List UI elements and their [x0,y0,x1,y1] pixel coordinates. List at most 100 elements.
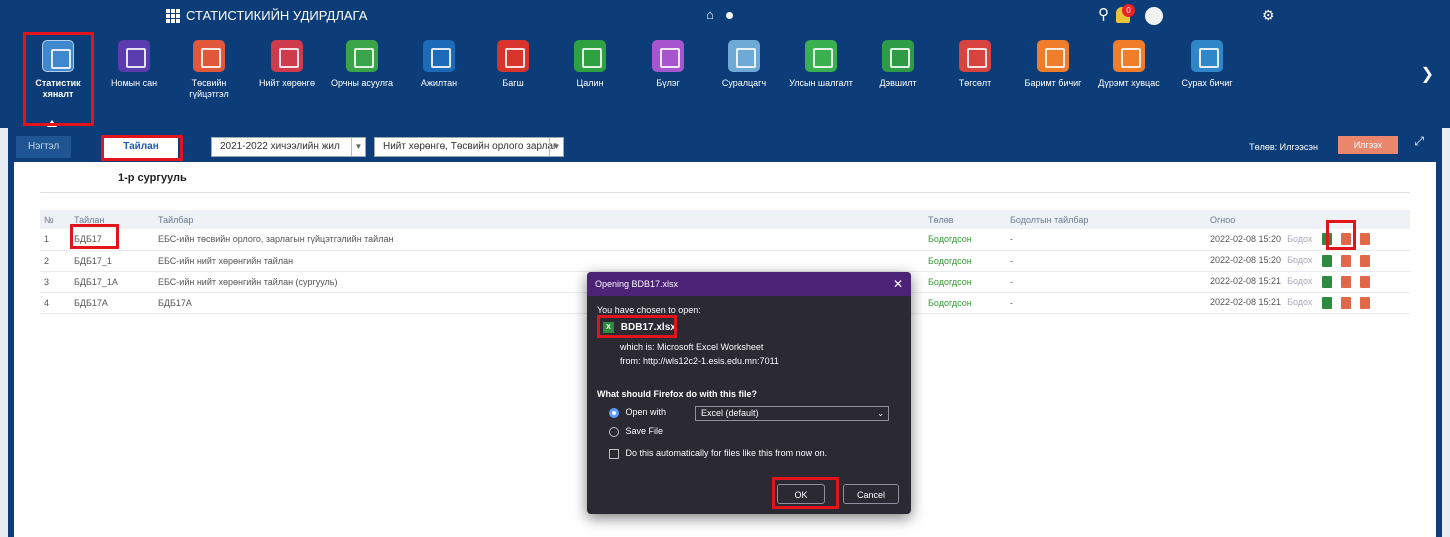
app-title-text: СТАТИСТИКИЙН УДИРДЛАГА [186,8,368,23]
table-header-row: № Тайлан Тайлбар Төлөв Бодолтын тайлбар … [40,210,1410,229]
save-file-radio[interactable]: Save File [609,426,663,437]
highlight-box [772,477,839,509]
radio-unselected-icon [609,426,619,437]
pdf-download-icon[interactable] [1360,275,1371,288]
pdf-download-icon[interactable] [1341,275,1352,288]
cell-desc: ЕБС-ийн төсвийн орлого, зарлагын гүйцэтг… [154,229,924,251]
module-label: Багш [502,78,524,88]
next-modules-arrow-icon[interactable]: ❯ [1421,64,1434,84]
file-type: which is: Microsoft Excel Worksheet [620,342,764,352]
radio-selected-icon [609,407,619,418]
excel-download-icon[interactable] [1322,275,1333,288]
module-item[interactable]: Номын сан [98,34,170,89]
open-with-app-select[interactable]: Excel (default) ⌄ [695,406,889,421]
settings-icon[interactable]: ⚙ [1262,7,1275,24]
top-bar: СТАТИСТИКИЙН УДИРДЛАГА ⌂ ⚲ 0 ⚙ [0,0,1450,32]
highlight-box [101,135,183,161]
user-avatar[interactable] [1145,7,1163,25]
module-item[interactable]: Төсвийн гүйцэтгэл [173,34,245,100]
send-button[interactable]: Илгээх [1338,136,1398,154]
module-label: Бүлэг [656,78,680,88]
report-select[interactable]: Нийт хөрөнгө, Төсвийн орлого зарлаг ▼ [374,137,564,157]
row-date: 2022-02-08 15:21 [1210,275,1282,286]
pdf-download-icon[interactable] [1360,296,1371,309]
module-item[interactable]: Бүлэг [632,34,704,89]
excel-download-icon[interactable] [1322,296,1333,309]
close-icon[interactable]: ✕ [893,272,903,296]
auto-checkbox[interactable]: Do this automatically for files like thi… [609,448,827,459]
cell-num: 4 [40,292,70,314]
module-icon [423,40,455,72]
search-icon[interactable]: ⚲ [1098,5,1109,23]
module-label: Төсвийн гүйцэтгэл [189,78,229,99]
module-item[interactable]: Сурах бичиг [1171,34,1243,89]
cell-note: - [1006,271,1206,293]
module-label: Нийт хөрөнгө [259,78,315,88]
module-bar: Статистик хяналт Номын сан Төсвийн гүйцэтг… [0,32,1450,128]
module-item[interactable]: Багш [477,34,549,89]
col-date: Огноо [1206,210,1410,229]
cell-status: Бодогдсон [924,229,1006,251]
home-icon[interactable]: ⌂ [706,7,714,22]
chosen-text: You have chosen to open: [597,305,701,315]
cell-report: БДБ17_1 [70,250,154,272]
apps-grid-icon[interactable] [166,8,180,23]
module-label: Суралцагч [721,78,767,88]
cancel-button[interactable]: Cancel [843,484,899,504]
year-select-value: 2021-2022 хичээлийн жил [220,141,340,152]
row-date: 2022-02-08 15:20 [1210,233,1282,244]
auto-label: Do this automatically for files like thi… [625,448,828,458]
row-date: 2022-02-08 15:21 [1210,296,1282,307]
compute-link[interactable]: Бодох [1287,255,1312,265]
chevron-down-icon: ▼ [351,138,365,156]
dialog-title-bar: Opening BDB17.xlsx ✕ [587,272,911,296]
module-item[interactable]: Суралцагч [708,34,780,89]
expand-icon[interactable]: ⤢ [1414,134,1424,149]
table-row[interactable]: 1 БДБ17 ЕБС-ийн төсвийн орлого, зарлагын г… [40,229,1410,251]
compute-link[interactable]: Бодох [1287,297,1312,307]
school-name: 1-р сургууль [118,172,187,184]
module-label: Дэвшилт [879,78,917,88]
open-with-radio[interactable]: Open with [609,407,666,418]
module-item[interactable]: Орчны асуулга [326,34,398,89]
highlight-box [70,224,119,249]
dialog-title: Opening BDB17.xlsx [595,279,679,289]
cell-note: - [1006,292,1206,314]
tab-negtel[interactable]: Нэгтэл [16,136,72,158]
module-icon [118,40,150,72]
module-label: Улсын шалгалт [789,78,853,88]
module-label: Баримт бичиг [1024,78,1082,88]
col-note: Бодолтын тайлбар [1006,210,1206,229]
compute-link[interactable]: Бодох [1287,276,1312,286]
module-label: Ажилтан [420,78,458,88]
pdf-download-icon[interactable] [1360,233,1371,246]
module-item[interactable]: Ажилтан [403,34,475,89]
module-item[interactable]: Дэвшилт [862,34,934,89]
module-label: Дүрэмт хувцас [1098,78,1160,88]
module-icon [959,40,991,72]
cell-report: БДБ17А [70,292,154,314]
pdf-download-icon[interactable] [1341,254,1352,267]
module-item[interactable]: Цалин [554,34,626,89]
module-icon [346,40,378,72]
report-select-value: Нийт хөрөнгө, Төсвийн орлого зарлаг [383,141,557,152]
pdf-download-icon[interactable] [1360,254,1371,267]
page-dot-icon[interactable] [726,12,733,19]
firefox-question: What should Firefox do with this file? [597,389,757,399]
app-title: СТАТИСТИКИЙН УДИРДЛАГА [166,8,367,23]
module-icon [574,40,606,72]
year-select[interactable]: 2021-2022 хичээлийн жил ▼ [211,137,366,157]
cell-desc: ЕБС-ийн нийт хөрөнгийн тайлан [154,250,924,272]
pdf-download-icon[interactable] [1341,296,1352,309]
module-item[interactable]: Дүрэмт хувцас [1093,34,1165,89]
module-icon [1113,40,1145,72]
cell-status: Бодогдсон [924,292,1006,314]
module-item[interactable]: Баримт бичиг [1017,34,1089,89]
compute-link[interactable]: Бодох [1287,234,1312,244]
module-item[interactable]: Нийт хөрөнгө [251,34,323,89]
module-item[interactable]: Төгсөлт [939,34,1011,89]
table-row[interactable]: 2 БДБ17_1 ЕБС-ийн нийт хөрөнгийн тайлан Бод… [40,250,1410,272]
excel-download-icon[interactable] [1322,254,1333,267]
module-item[interactable]: Улсын шалгалт [785,34,857,89]
file-source: from: http://wls12c2-1.esis.edu.mn:7011 [620,356,779,366]
